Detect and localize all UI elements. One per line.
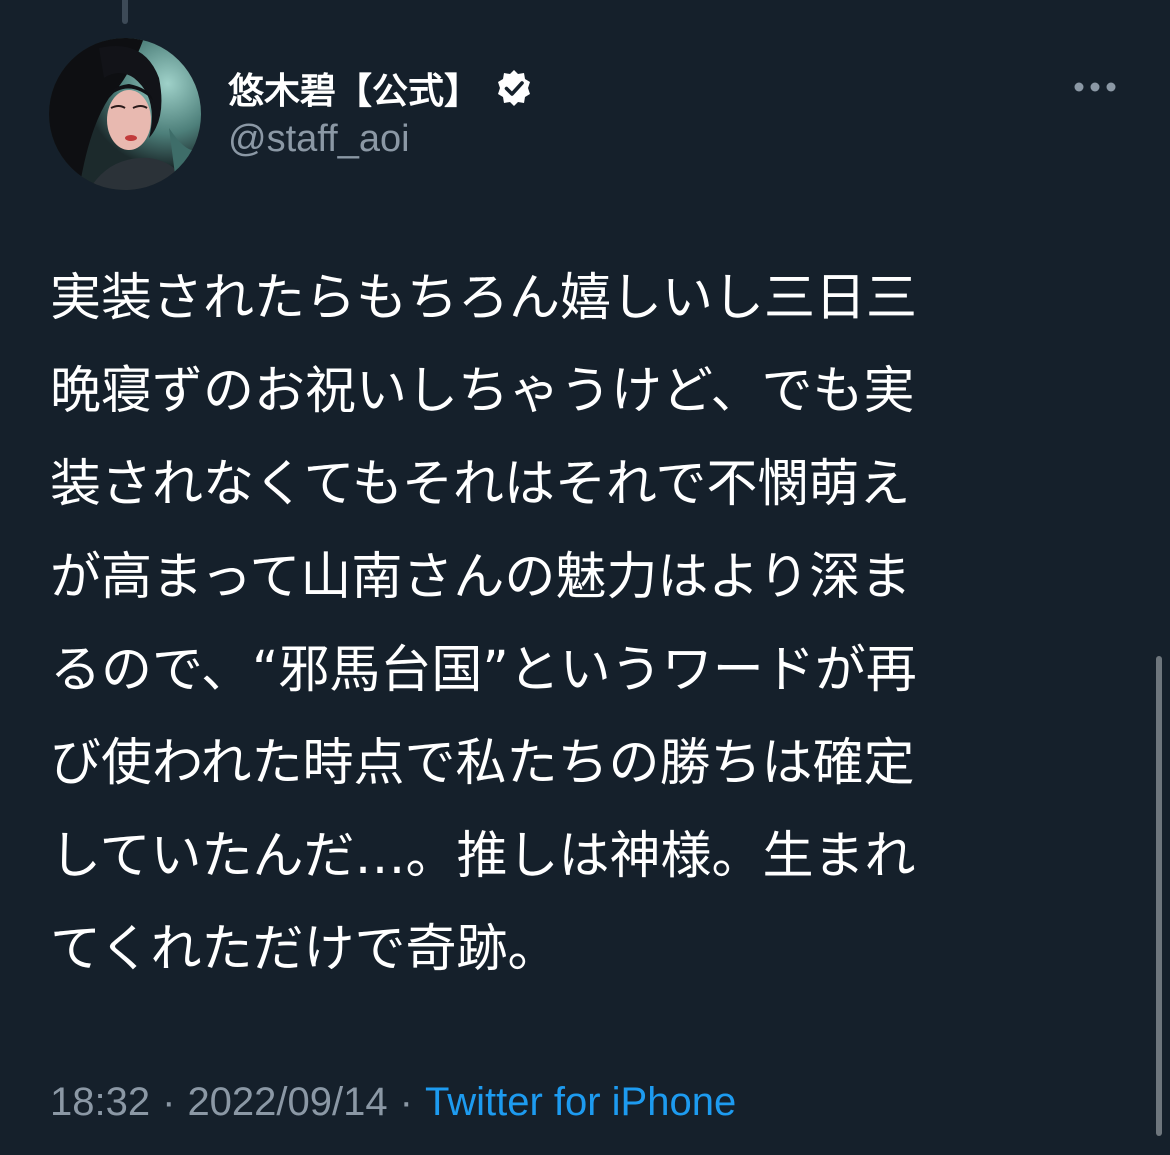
author-name-row[interactable]: 悠木碧【公式】	[228, 62, 534, 114]
tweet-text-line: 装されなくてもそれはそれで不憫萌え	[50, 455, 911, 514]
tweet-text-line: び使われた時点で私たちの勝ちは確定	[50, 734, 915, 793]
author-handle[interactable]: @staff_aoi	[228, 118, 410, 161]
tweet-body-text: 実装されたらもちろん嬉しいし三日三 晩寝ずのお祝いしちゃうけど、でも実 装されな…	[50, 252, 1120, 996]
thread-connector-line	[122, 0, 128, 24]
tweet-text-line: が高まって山南さんの魅力はより深ま	[50, 548, 912, 607]
tweet-text-line: 晩寝ずのお祝いしちゃうけど、でも実	[50, 362, 915, 421]
tweet-time[interactable]: 18:32	[50, 1080, 150, 1125]
more-options-button[interactable]	[1068, 70, 1122, 104]
tweet-meta-row: 18:32 · 2022/09/14 · Twitter for iPhone	[50, 1078, 736, 1126]
tweet-text-line: していたんだ…。推しは神様。生まれ	[50, 827, 916, 886]
verified-badge-icon	[494, 68, 534, 108]
meta-separator: ·	[162, 1079, 176, 1124]
author-display-name[interactable]: 悠木碧【公式】	[228, 62, 480, 114]
tweet-source-link[interactable]: Twitter for iPhone	[425, 1080, 736, 1125]
tweet-text-line: てくれただけで奇跡。	[50, 920, 559, 979]
more-dots-icon	[1074, 82, 1116, 92]
tweet-text-line: るので、“邪馬台国”というワードが再	[50, 641, 917, 700]
scrollbar[interactable]	[1156, 656, 1162, 1136]
avatar[interactable]	[49, 38, 201, 190]
avatar-image	[49, 38, 201, 190]
tweet-date[interactable]: 2022/09/14	[187, 1080, 387, 1125]
tweet-text-line: 実装されたらもちろん嬉しいし三日三	[50, 269, 918, 328]
meta-separator: ·	[399, 1079, 413, 1124]
